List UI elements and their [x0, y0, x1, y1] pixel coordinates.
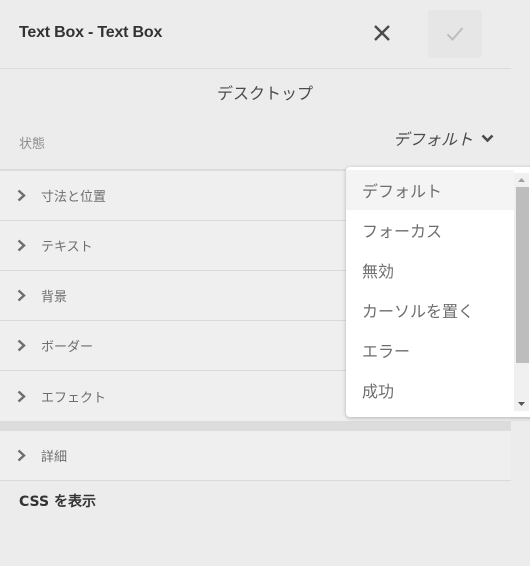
scrollbar-thumb[interactable]	[516, 187, 529, 363]
section-details[interactable]: 詳細	[0, 431, 511, 481]
dropdown-scrollbar[interactable]	[514, 173, 529, 411]
chevron-down-icon	[481, 134, 494, 142]
state-option-disabled[interactable]: 無効	[346, 250, 514, 290]
section-divider	[0, 421, 511, 431]
section-label: ボーダー	[41, 340, 94, 355]
close-button[interactable]	[367, 18, 397, 48]
state-option-success[interactable]: 成功	[346, 370, 514, 410]
section-label: エフェクト	[41, 390, 107, 406]
section-label: 詳細	[41, 450, 68, 465]
view-css-link[interactable]: CSS を表示	[19, 491, 96, 511]
state-option-default[interactable]: デフォルト	[346, 170, 514, 210]
chevron-right-icon	[17, 339, 29, 353]
state-option-hover[interactable]: カーソルを置く	[346, 290, 514, 330]
chevron-right-icon	[17, 449, 29, 463]
device-label: デスクトップ	[216, 84, 313, 103]
scroll-down-arrow-icon[interactable]	[514, 397, 529, 411]
chevron-right-icon	[17, 389, 29, 403]
section-label: 背景	[41, 290, 68, 305]
section-label: 寸法と位置	[41, 190, 107, 205]
panel-header: Text Box - Text Box	[0, 0, 511, 69]
state-select[interactable]: デフォルト	[393, 126, 494, 150]
state-option-error[interactable]: エラー	[346, 330, 514, 370]
checkmark-icon	[446, 27, 464, 41]
done-button[interactable]	[428, 10, 482, 58]
state-label: 状態	[19, 137, 46, 152]
chevron-right-icon	[17, 289, 29, 303]
scroll-up-arrow-icon[interactable]	[514, 173, 529, 187]
chevron-right-icon	[17, 189, 29, 203]
section-label: テキスト	[41, 240, 93, 255]
panel-title: Text Box - Text Box	[19, 24, 163, 41]
chevron-right-icon	[17, 239, 29, 253]
close-icon	[374, 25, 390, 41]
state-dropdown-menu: デフォルト フォーカス 無効 カーソルを置く エラー 成功	[346, 167, 530, 417]
state-select-value: デフォルト	[393, 130, 474, 149]
state-option-focus[interactable]: フォーカス	[346, 210, 514, 250]
